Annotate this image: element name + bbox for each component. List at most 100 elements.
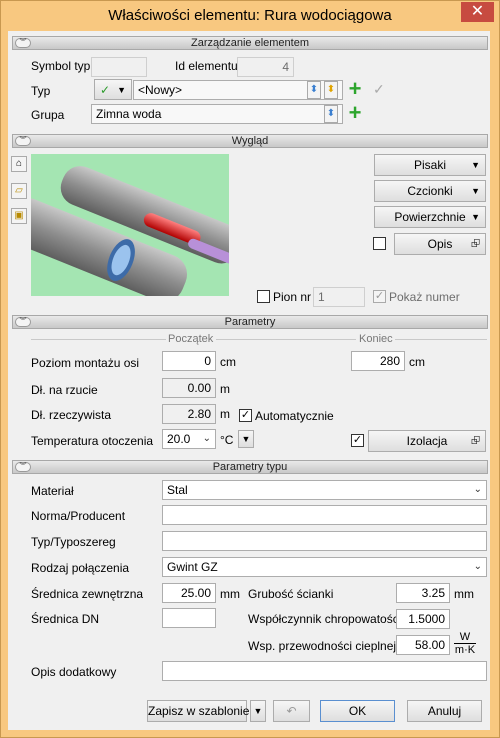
temp-select[interactable]: 20.0 ⌄ [162, 429, 216, 449]
rzut-label: Dł. na rzucie [31, 383, 98, 397]
unit-c: °C [220, 433, 234, 447]
izolacja-checkbox[interactable]: ✓ [351, 434, 364, 447]
section-header-look[interactable]: ︾ Wygląd [12, 134, 488, 148]
cancel-button[interactable]: Anuluj [407, 700, 482, 722]
pokaz-checkbox[interactable]: ✓ [373, 290, 386, 303]
grupa-label: Grupa [31, 108, 65, 122]
open-icon: ⮺ [471, 435, 480, 447]
chevron-down-icon: ⌄ [473, 561, 482, 572]
material-select[interactable]: Stal ⌄ [162, 480, 487, 500]
temp-label: Temperatura otoczenia [31, 434, 154, 448]
section-title: Parametry [224, 316, 276, 328]
chropowatosc-label: Współczynnik chropowatości [248, 612, 402, 626]
powierzchnie-button[interactable]: Powierzchnie ▼ [374, 206, 486, 228]
group-picker-icon[interactable]: ⬍ [324, 105, 338, 123]
srednica-dn-input[interactable] [162, 608, 216, 628]
rzut-field: 0.00 [162, 378, 216, 398]
unit-m: m [220, 407, 230, 421]
typ-label: Typ [31, 84, 51, 98]
unit-m: m [220, 382, 230, 396]
opis-checkbox[interactable] [373, 237, 386, 250]
pipe-preview-image [31, 154, 229, 296]
undo-button[interactable]: ↶ [273, 700, 310, 722]
box-icon[interactable]: ▣ [11, 208, 27, 224]
grubosc-label: Grubość ścianki [248, 587, 334, 601]
material-value: Stal [167, 483, 188, 497]
auto-checkbox[interactable]: ✓ [239, 409, 252, 422]
save-type-icon[interactable]: ⬍ [307, 81, 321, 99]
chevron-down-icon: ▼ [471, 212, 480, 222]
czcionki-label: Czcionki [407, 184, 453, 198]
typoszereg-input[interactable] [162, 531, 487, 551]
unit-w-mk: W m·K [454, 631, 476, 656]
srednica-zew-label: Średnica zewnętrzna [31, 587, 144, 601]
opis-dodatkowy-input[interactable] [162, 661, 487, 681]
poziom-end-input[interactable]: 280 [351, 351, 405, 371]
zapisz-dropdown-button[interactable]: ▼ [250, 700, 266, 722]
rodzaj-value: Gwint GZ [167, 560, 218, 574]
apply-check-icon[interactable]: ✓ [373, 81, 389, 97]
symbol-field [91, 57, 147, 77]
divider [216, 339, 356, 340]
rodzaj-label: Rodzaj połączenia [31, 561, 130, 575]
collapse-icon[interactable]: ︾ [15, 317, 31, 327]
temp-value: 20.0 [167, 432, 191, 446]
chevron-down-icon: ▼ [471, 186, 480, 196]
poziom-start-input[interactable]: 0 [162, 351, 216, 371]
srednica-zew-input[interactable]: 25.00 [162, 583, 216, 603]
collapse-icon[interactable]: ︾ [15, 38, 31, 48]
pokaz-label: Pokaż numer [389, 290, 460, 304]
grupa-field[interactable]: Zimna woda [91, 104, 343, 124]
koniec-header: Koniec [359, 333, 393, 345]
rzecz-label: Dł. rzeczywista [31, 408, 112, 422]
camera-icon[interactable]: ⌂ [11, 156, 27, 172]
izolacja-button[interactable]: Izolacja ⮺ [368, 430, 486, 452]
id-field: 4 [237, 57, 294, 77]
typ-check-dropdown[interactable]: ✓ ▼ [94, 79, 132, 100]
unit-cm: cm [220, 355, 236, 369]
unit-denominator: m·K [454, 643, 476, 656]
section-title: Wygląd [231, 135, 269, 147]
norma-label: Norma/Producent [31, 509, 126, 523]
folder-icon[interactable]: ▱ [11, 183, 27, 199]
pion-label: Pion nr [273, 290, 312, 304]
pion-checkbox[interactable] [257, 290, 270, 303]
przewodnosc-label: Wsp. przewodności cieplnej [248, 639, 397, 653]
czcionki-button[interactable]: Czcionki ▼ [374, 180, 486, 202]
zapisz-szablon-button[interactable]: Zapisz w szablonie [147, 700, 249, 722]
grubosc-input[interactable]: 3.25 [396, 583, 450, 603]
section-header-params[interactable]: ︾ Parametry [12, 315, 488, 329]
divider [31, 339, 166, 340]
unit-mm: mm [454, 587, 474, 601]
chevron-down-icon: ⌄ [473, 484, 482, 495]
rodzaj-select[interactable]: Gwint GZ ⌄ [162, 557, 487, 577]
undo-icon: ↶ [286, 704, 297, 718]
norma-input[interactable] [162, 505, 487, 525]
close-button[interactable]: ✕ [461, 2, 494, 22]
id-label: Id elementu [175, 59, 238, 73]
symbol-label: Symbol typu [31, 59, 98, 73]
poziom-label: Poziom montażu osi [31, 356, 140, 370]
add-group-icon[interactable]: + [347, 102, 363, 124]
add-type-icon[interactable]: + [347, 78, 363, 100]
powierzchnie-label: Powierzchnie [394, 210, 466, 224]
przewodnosc-input[interactable]: 58.00 [396, 635, 450, 655]
pisaki-button[interactable]: Pisaki ▼ [374, 154, 486, 176]
section-header-type-params[interactable]: ︾ Parametry typu [12, 460, 488, 474]
collapse-icon[interactable]: ︾ [15, 136, 31, 146]
temp-dropdown-button[interactable]: ▼ [238, 430, 254, 448]
ok-button[interactable]: OK [320, 700, 395, 722]
chropowatosc-input[interactable]: 1.5000 [396, 609, 450, 629]
section-header-management[interactable]: ︾ Zarządzanie elementem [12, 36, 488, 50]
srednica-dn-label: Średnica DN [31, 612, 100, 626]
opis-button[interactable]: Opis ⮺ [394, 233, 486, 255]
section-title: Zarządzanie elementem [190, 37, 309, 49]
opis-label: Opis [427, 237, 453, 251]
unit-mm: mm [220, 587, 240, 601]
collapse-icon[interactable]: ︾ [15, 462, 31, 472]
unit-numerator: W [459, 631, 471, 643]
lock-icon[interactable]: ⬍ [324, 81, 338, 99]
unit-cm: cm [409, 355, 425, 369]
material-label: Materiał [31, 484, 74, 498]
window-title: Właściwości elementu: Rura wodociągowa [108, 7, 392, 24]
